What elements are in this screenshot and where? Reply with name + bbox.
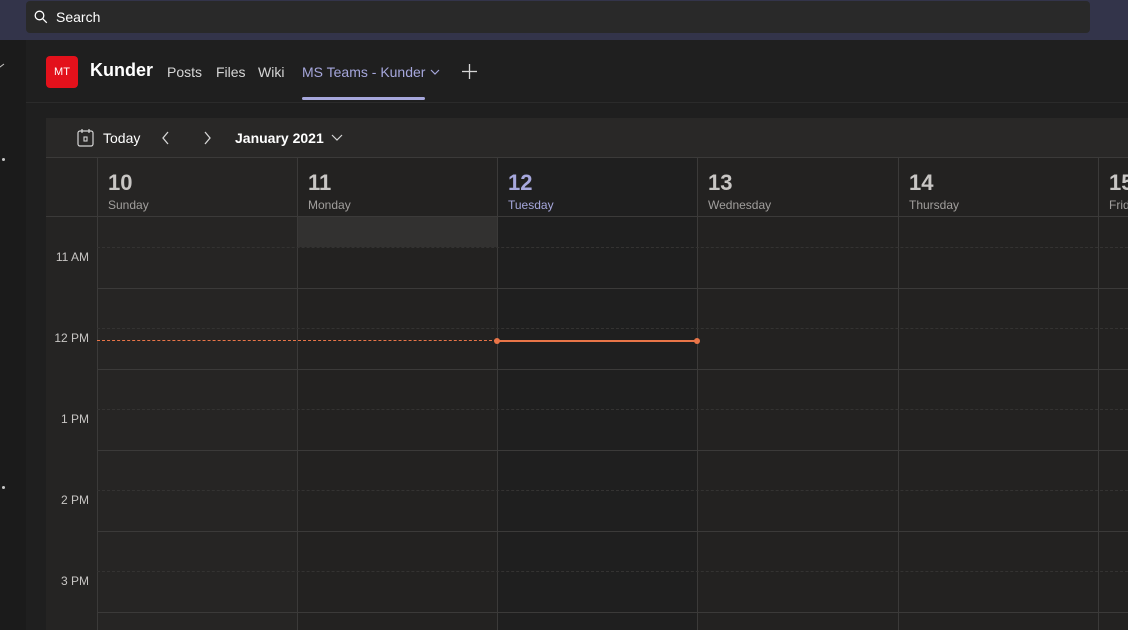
chevron-left-icon[interactable] <box>161 131 170 145</box>
team-name: Kunder <box>90 60 153 80</box>
chevron-down-icon[interactable] <box>430 69 440 76</box>
grid-line <box>97 247 1128 248</box>
day-column-thursday[interactable]: 14 Thursday <box>898 158 1098 630</box>
tab-ms-teams-kunder[interactable]: MS Teams - Kunder <box>302 64 425 80</box>
calendar-today-icon[interactable] <box>77 128 94 147</box>
current-time-dot <box>494 338 500 344</box>
search-box[interactable]: Search <box>26 1 1090 33</box>
week-grid: 10 Sunday 11 Monday 12 Tuesday 13 Wednesday … <box>46 158 1128 630</box>
current-time-indicator <box>497 340 697 342</box>
active-tab-indicator <box>302 97 425 100</box>
grid-line <box>97 490 1128 491</box>
current-time-indicator-dashed <box>97 340 497 341</box>
grid-line <box>97 531 1128 532</box>
today-button[interactable]: Today <box>103 130 140 146</box>
calendar-toolbar: Today January 2021 <box>46 118 1128 158</box>
calendar-main: Today January 2021 10 Sunday 11 Monday 12 T… <box>46 118 1128 630</box>
top-bar: Search <box>0 0 1128 40</box>
collapse-icon[interactable] <box>0 62 6 72</box>
grid-line <box>97 571 1128 572</box>
current-time-dot <box>694 338 700 344</box>
plus-icon[interactable] <box>462 64 477 79</box>
tab-posts[interactable]: Posts <box>167 64 202 80</box>
time-label: 11 AM <box>55 250 89 264</box>
grid-line <box>97 369 1128 370</box>
day-column-friday[interactable]: 15Frid <box>1098 158 1128 630</box>
rail-dot <box>2 158 5 161</box>
time-label: 1 PM <box>60 412 89 426</box>
day-column-tuesday[interactable]: 12 Tuesday <box>497 158 697 630</box>
rail-dot <box>2 486 5 489</box>
time-label: 3 PM <box>60 574 89 588</box>
tab-wiki[interactable]: Wiki <box>258 64 284 80</box>
grid-line <box>97 450 1128 451</box>
grid-line <box>97 288 1128 289</box>
left-rail <box>0 40 26 630</box>
grid-line <box>97 612 1128 613</box>
search-input[interactable]: Search <box>56 9 100 25</box>
channel-header: MT Kunder Posts Files Wiki MS Teams - Ku… <box>26 40 1128 103</box>
grid-line <box>97 328 1128 329</box>
grid-line <box>97 409 1128 410</box>
day-header-row <box>46 158 1128 217</box>
time-label: 2 PM <box>60 493 89 507</box>
day-column-sunday[interactable]: 10 Sunday <box>97 158 297 630</box>
selected-slot[interactable] <box>298 217 497 247</box>
chevron-down-icon[interactable] <box>331 134 343 142</box>
search-icon <box>34 10 48 24</box>
month-picker[interactable]: January 2021 <box>235 130 324 146</box>
chevron-right-icon[interactable] <box>203 131 212 145</box>
tab-files[interactable]: Files <box>216 64 246 80</box>
team-avatar: MT <box>46 56 78 88</box>
time-label: 12 PM <box>54 331 89 345</box>
time-gutter <box>46 158 97 630</box>
day-column-wednesday[interactable]: 13 Wednesday <box>697 158 898 630</box>
